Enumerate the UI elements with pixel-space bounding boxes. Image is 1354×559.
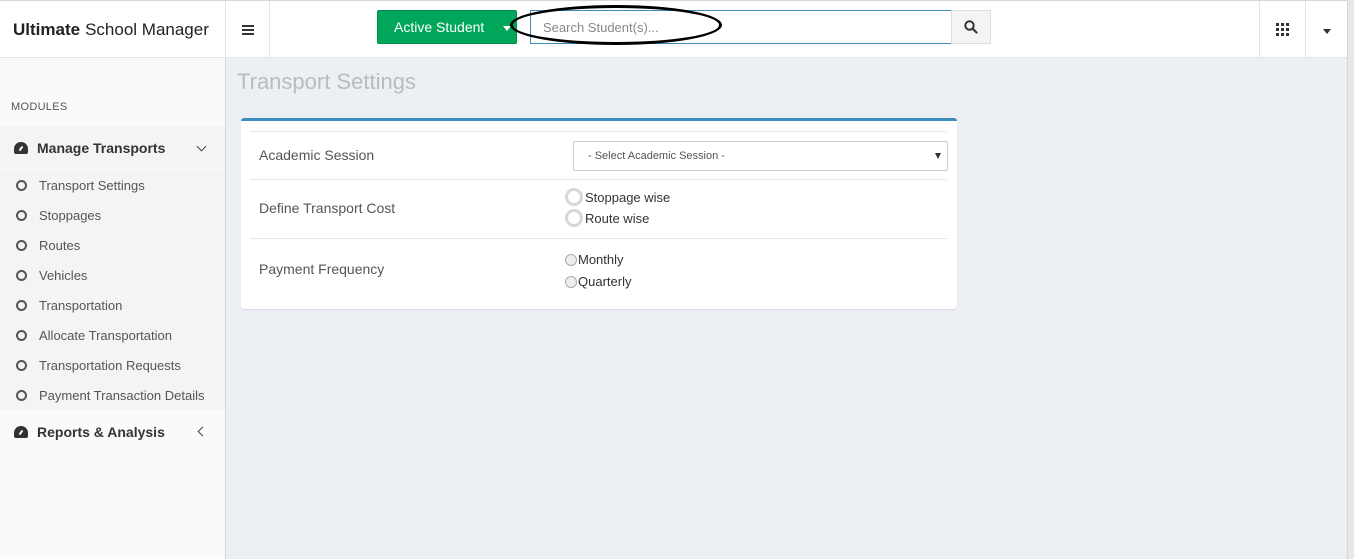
brand-bold: Ultimate [13, 19, 81, 39]
academic-session-row: Academic Session - Select Academic Sessi… [250, 131, 948, 179]
sidebar-item-allocate-transportation[interactable]: Allocate Transportation [0, 320, 225, 350]
circle-icon [16, 329, 27, 341]
radio-stoppage-wise[interactable]: Stoppage wise [565, 188, 670, 206]
sidebar-item-vehicles[interactable]: Vehicles [0, 260, 225, 290]
sidebar-item-label: Payment Transaction Details [39, 387, 205, 403]
sidebar-item-payment-transaction-details[interactable]: Payment Transaction Details [0, 380, 225, 410]
active-student-button[interactable]: Active Student [377, 10, 517, 44]
radio-label: Route wise [585, 210, 650, 226]
top-header: Ultimate School Manager Active Student [0, 0, 1354, 58]
sidebar-item-label: Vehicles [39, 267, 88, 283]
sidebar: MODULES Manage Transports Transport Sett… [0, 58, 226, 559]
radio-circle[interactable] [565, 253, 577, 266]
menu-label: Reports & Analysis [37, 424, 165, 440]
transport-cost-label: Define Transport Cost [259, 200, 396, 216]
sidebar-item-label: Stoppages [39, 207, 102, 223]
user-menu-button[interactable] [1305, 1, 1347, 58]
sidebar-item-label: Transportation Requests [39, 357, 181, 373]
radio-circle[interactable] [565, 275, 577, 288]
transport-cost-row: Define Transport Cost Stoppage wise Rout… [250, 179, 947, 238]
radio-circle[interactable] [565, 188, 583, 206]
sidebar-item-transportation[interactable]: Transportation [0, 290, 225, 320]
sidebar-item-label: Transport Settings [39, 177, 145, 193]
page-title: Transport Settings [237, 69, 416, 94]
radio-monthly[interactable]: Monthly [565, 252, 624, 267]
radio-label: Monthly [578, 252, 624, 267]
payment-frequency-label: Payment Frequency [259, 261, 385, 277]
chevron-down-icon [196, 141, 207, 152]
sidebar-item-routes[interactable]: Routes [0, 230, 225, 260]
brand-rest: School Manager [85, 19, 209, 39]
sidebar-toggle-button[interactable] [226, 1, 270, 58]
select-value: - Select Academic Session - [588, 150, 725, 162]
menu-manage-transports[interactable]: Manage Transports [0, 127, 225, 169]
radio-quarterly[interactable]: Quarterly [565, 274, 631, 289]
search-icon [964, 20, 978, 34]
apps-menu-button[interactable] [1259, 1, 1305, 58]
academic-session-label: Academic Session [259, 147, 375, 163]
circle-icon [16, 299, 27, 311]
search-button[interactable] [951, 10, 991, 44]
grid-icon [1276, 23, 1289, 36]
circle-icon [16, 389, 27, 401]
menu-label: Manage Transports [37, 140, 166, 156]
payment-frequency-row: Payment Frequency Monthly Quarterly [250, 238, 947, 302]
radio-circle[interactable] [565, 209, 583, 227]
caret-down-icon [503, 26, 511, 31]
circle-icon [16, 269, 27, 281]
radio-label: Stoppage wise [585, 189, 671, 205]
menu-reports-analysis[interactable]: Reports & Analysis [0, 411, 225, 453]
transport-submenu: Transport Settings Stoppages Routes Vehi… [0, 170, 225, 410]
sidebar-item-stoppages[interactable]: Stoppages [0, 200, 225, 230]
sidebar-item-label: Transportation [39, 297, 123, 313]
radio-route-wise[interactable]: Route wise [565, 209, 649, 227]
scrollbar[interactable] [1347, 0, 1354, 559]
settings-box: Academic Session - Select Academic Sessi… [241, 118, 957, 309]
circle-icon [16, 359, 27, 371]
circle-icon [16, 209, 27, 221]
sidebar-item-transportation-requests[interactable]: Transportation Requests [0, 350, 225, 380]
modules-header: MODULES [11, 101, 68, 113]
academic-session-select[interactable]: - Select Academic Session - [573, 141, 948, 171]
dropdown-arrow-icon [935, 153, 941, 159]
sidebar-item-label: Routes [39, 237, 81, 253]
circle-icon [16, 239, 27, 251]
dashboard-icon [14, 426, 28, 438]
chevron-left-icon [197, 426, 208, 437]
active-student-label: Active Student [394, 19, 485, 35]
caret-down-icon [1322, 29, 1331, 34]
radio-label: Quarterly [578, 274, 632, 289]
hamburger-icon [241, 24, 254, 35]
dashboard-icon [14, 142, 28, 154]
brand-logo[interactable]: Ultimate School Manager [0, 1, 226, 58]
sidebar-item-label: Allocate Transportation [39, 327, 172, 343]
sidebar-item-transport-settings[interactable]: Transport Settings [0, 170, 225, 200]
search-input[interactable] [530, 10, 952, 44]
circle-icon [16, 179, 27, 191]
